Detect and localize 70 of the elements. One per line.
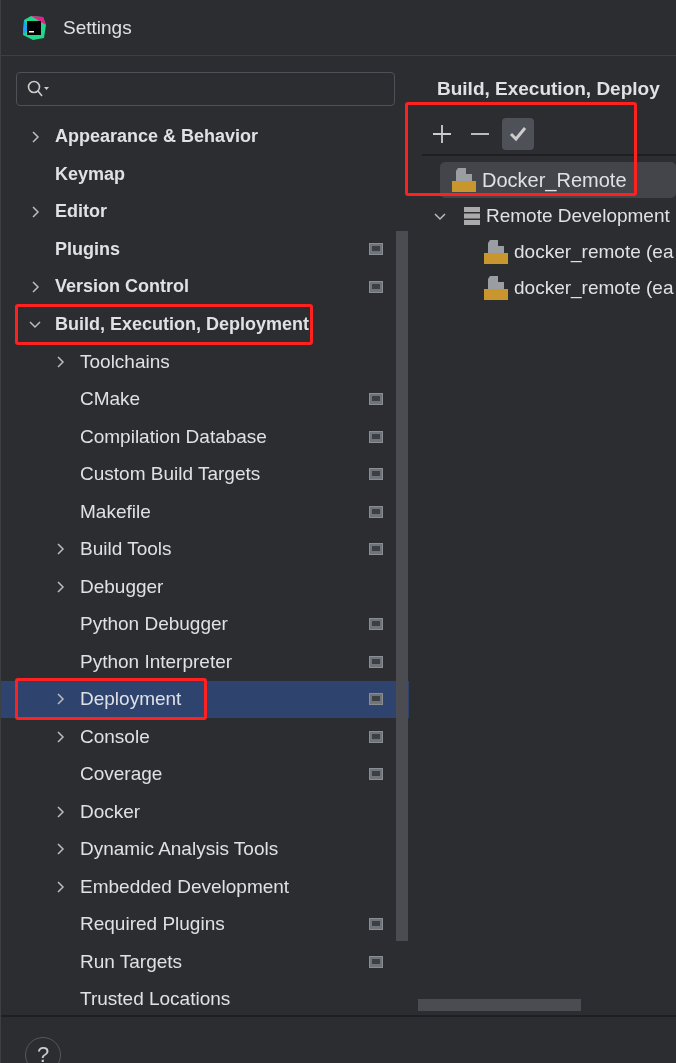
server-stack-icon [464,207,480,225]
project-level-icon [369,468,383,481]
settings-tree-item[interactable]: Custom Build Targets [1,455,409,493]
chevron-right-icon [54,693,66,706]
settings-tree-item[interactable]: Docker [1,793,409,831]
settings-tree-item[interactable]: Editor [1,193,409,231]
settings-tree-item[interactable]: Deployment [1,680,409,718]
server-tree-item[interactable]: Docker_Remote [440,162,676,198]
project-level-icon [369,655,383,668]
project-level-icon [369,693,383,706]
settings-tree-item[interactable]: Appearance & Behavior [1,118,409,156]
settings-tree-item[interactable]: Required Plugins [1,905,409,943]
chevron-right-icon [29,205,41,218]
project-level-icon [369,955,383,968]
window-title: Settings [63,16,132,39]
settings-tree-item[interactable]: Embedded Development [1,868,409,906]
server-tree-item[interactable]: Remote Development [422,198,676,234]
chevron-right-icon [29,130,41,143]
server-tree-item[interactable]: docker_remote (ea [472,270,676,306]
chevron-right-icon [29,280,41,293]
sftp-server-icon [484,240,508,264]
checkmark-icon [508,124,528,144]
settings-tree-item[interactable]: Build Tools [1,530,409,568]
settings-tree-item[interactable]: Python Debugger [1,605,409,643]
chevron-down-icon [434,210,446,222]
project-level-icon [369,393,383,406]
settings-tree-item[interactable]: Compilation Database [1,418,409,456]
settings-tree-item[interactable]: Toolchains [1,343,409,381]
settings-tree-item[interactable]: Coverage [1,755,409,793]
set-default-button[interactable] [502,118,534,150]
project-level-icon [369,543,383,556]
project-level-icon [369,730,383,743]
project-level-icon [369,505,383,518]
sftp-server-icon [452,168,476,192]
plus-icon [432,124,452,144]
project-level-icon [369,618,383,631]
settings-tree-item[interactable]: Debugger [1,568,409,606]
settings-tree-item[interactable]: Console [1,718,409,756]
settings-tree-item[interactable]: Run Targets [1,943,409,981]
settings-tree-item[interactable]: Makefile [1,493,409,531]
project-level-icon [369,280,383,293]
project-level-icon [369,918,383,931]
server-tree-item[interactable]: docker_remote (ea [472,234,676,270]
settings-tree-item[interactable]: CMake [1,380,409,418]
settings-tree-item[interactable]: Python Interpreter [1,643,409,681]
chevron-right-icon [54,843,66,856]
settings-tree-item[interactable]: Dynamic Analysis Tools [1,830,409,868]
chevron-right-icon [54,730,66,743]
settings-tree-item[interactable]: Keymap [1,155,409,193]
settings-tree-item[interactable]: Trusted Locations [1,980,409,1018]
chevron-right-icon [54,805,66,818]
settings-tree-item[interactable]: Build, Execution, Deployment [1,305,409,343]
chevron-right-icon [54,580,66,593]
chevron-right-icon [54,355,66,368]
chevron-right-icon [54,880,66,893]
chevron-down-icon [29,318,41,331]
settings-tree-item[interactable]: Plugins [1,230,409,268]
sftp-server-icon [484,276,508,300]
scrollbar[interactable] [396,231,408,941]
project-level-icon [369,768,383,781]
search-icon [27,80,51,98]
project-level-icon [369,243,383,256]
scrollbar[interactable] [418,999,581,1011]
search-field[interactable] [16,72,395,106]
page-breadcrumb: Build, Execution, Deploy [436,77,661,101]
project-level-icon [369,430,383,443]
settings-tree-item[interactable]: Version Control [1,268,409,306]
chevron-right-icon [54,543,66,556]
app-logo-icon [21,14,47,41]
minus-icon [470,133,490,135]
